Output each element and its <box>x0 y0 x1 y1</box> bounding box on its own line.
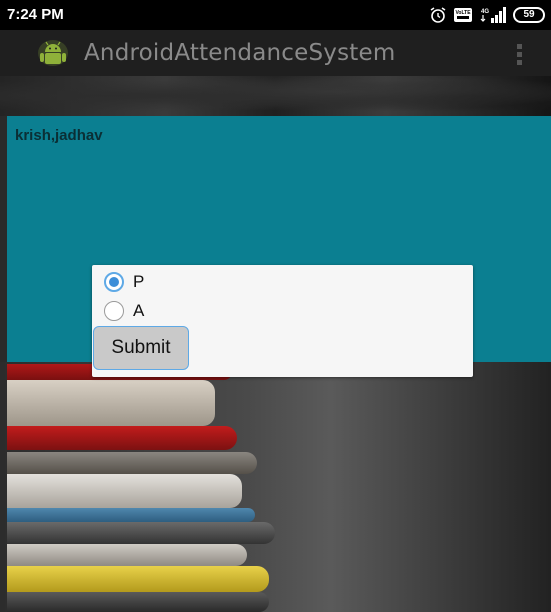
radio-label-present: P <box>133 272 145 291</box>
network-type-text: 4G <box>481 9 489 15</box>
radio-button-present[interactable] <box>104 272 124 292</box>
volte-icon: VoLTE <box>453 7 473 23</box>
book-spine <box>7 426 237 450</box>
attendance-dialog: P A Submit <box>92 265 473 377</box>
book-spine <box>7 380 215 426</box>
action-bar: AndroidAttendanceSystem <box>0 30 551 76</box>
book-spine <box>7 592 269 612</box>
radio-button-absent[interactable] <box>104 301 124 321</box>
book-spine <box>7 508 255 522</box>
radio-label-absent: A <box>133 301 145 320</box>
student-name: krish,jadhav <box>15 127 103 144</box>
4g-signal-icon: 4G <box>479 6 507 24</box>
book-spine <box>7 566 269 592</box>
books-background-image <box>0 362 551 612</box>
app-title: AndroidAttendanceSystem <box>84 40 396 66</box>
status-icons: VoLTE 4G 59 <box>429 5 545 25</box>
volte-text: VoLTE <box>455 10 471 16</box>
blurred-header-background <box>0 76 551 116</box>
app-screen: 7:24 PM VoLTE 4G 59 AndroidAttendanceSys… <box>0 0 551 612</box>
radio-option-present[interactable]: P <box>104 271 144 293</box>
battery-icon: 59 <box>513 7 545 23</box>
overflow-menu-icon[interactable] <box>515 42 525 66</box>
book-spine <box>7 474 242 508</box>
book-spine <box>7 522 275 544</box>
alarm-icon <box>429 6 447 24</box>
book-spine <box>7 452 257 474</box>
submit-button[interactable]: Submit <box>93 326 189 370</box>
status-bar: 7:24 PM VoLTE 4G 59 <box>0 0 551 30</box>
book-spine <box>7 544 247 566</box>
status-time: 7:24 PM <box>7 6 64 23</box>
radio-option-absent[interactable]: A <box>104 300 144 322</box>
android-icon <box>36 38 70 68</box>
